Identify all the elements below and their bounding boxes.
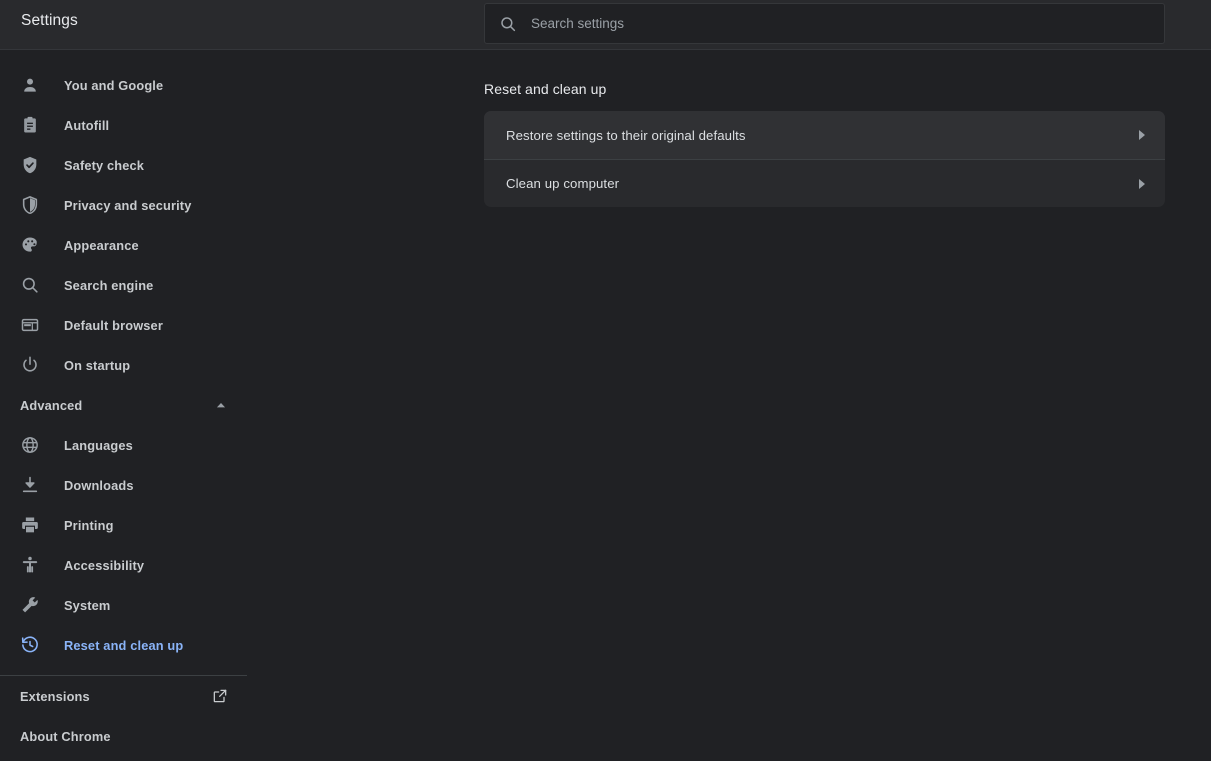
page-title: Settings <box>21 12 78 30</box>
sidebar-item-label: Languages <box>64 438 133 453</box>
sidebar-item-system[interactable]: System <box>0 585 248 625</box>
sidebar-item-accessibility[interactable]: Accessibility <box>0 545 248 585</box>
palette-icon <box>20 235 40 255</box>
sidebar-item-search-engine[interactable]: Search engine <box>0 265 248 305</box>
sidebar-item-extensions[interactable]: Extensions <box>0 676 248 716</box>
sidebar-item-label: System <box>64 598 110 613</box>
search-bar[interactable] <box>484 3 1165 44</box>
sidebar: You and Google Autofill Safety check <box>0 51 248 761</box>
sidebar-item-label: Appearance <box>64 238 139 253</box>
sidebar-item-label: Reset and clean up <box>64 638 183 653</box>
globe-icon <box>20 435 40 455</box>
search-input[interactable] <box>517 4 1164 43</box>
sidebar-item-downloads[interactable]: Downloads <box>0 465 248 505</box>
sidebar-item-label: Search engine <box>64 278 153 293</box>
sidebar-item-label: Privacy and security <box>64 198 191 213</box>
settings-page: Settings You and Google <box>0 0 1211 761</box>
sidebar-item-reset-and-clean-up[interactable]: Reset and clean up <box>0 625 248 665</box>
sidebar-item-you-and-google[interactable]: You and Google <box>0 65 248 105</box>
sidebar-item-label: Printing <box>64 518 114 533</box>
shield-icon <box>20 195 40 215</box>
sidebar-item-label: You and Google <box>64 78 163 93</box>
row-label: Clean up computer <box>506 176 619 191</box>
download-icon <box>20 475 40 495</box>
browser-window-icon <box>20 315 40 335</box>
wrench-icon <box>20 595 40 615</box>
sidebar-item-label: Accessibility <box>64 558 144 573</box>
reset-and-clean-up-card: Restore settings to their original defau… <box>484 111 1165 207</box>
sidebar-item-safety-check[interactable]: Safety check <box>0 145 248 185</box>
sidebar-item-on-startup[interactable]: On startup <box>0 345 248 385</box>
app-header: Settings <box>0 0 1211 50</box>
row-clean-up-computer[interactable]: Clean up computer <box>484 159 1165 207</box>
search-icon <box>20 275 40 295</box>
sidebar-item-printing[interactable]: Printing <box>0 505 248 545</box>
external-link-icon <box>212 688 228 704</box>
section-title: Reset and clean up <box>484 81 606 97</box>
row-restore-settings[interactable]: Restore settings to their original defau… <box>484 111 1165 159</box>
sidebar-item-appearance[interactable]: Appearance <box>0 225 248 265</box>
sidebar-item-label: Downloads <box>64 478 134 493</box>
chevron-right-icon <box>1139 130 1145 140</box>
search-icon <box>499 15 517 33</box>
person-icon <box>20 75 40 95</box>
sidebar-item-label: Safety check <box>64 158 144 173</box>
sidebar-item-label: Extensions <box>20 689 90 704</box>
accessibility-icon <box>20 555 40 575</box>
row-label: Restore settings to their original defau… <box>506 128 746 143</box>
sidebar-item-about-chrome[interactable]: About Chrome <box>0 716 248 756</box>
sidebar-item-label: On startup <box>64 358 130 373</box>
chevron-up-icon <box>214 398 228 412</box>
sidebar-item-label: About Chrome <box>20 729 111 744</box>
power-icon <box>20 355 40 375</box>
sidebar-item-label: Default browser <box>64 318 163 333</box>
main-content: Reset and clean up Restore settings to t… <box>248 51 1211 761</box>
printer-icon <box>20 515 40 535</box>
sidebar-item-privacy-and-security[interactable]: Privacy and security <box>0 185 248 225</box>
sidebar-section-label: Advanced <box>20 398 82 413</box>
restore-clock-icon <box>20 635 40 655</box>
sidebar-item-autofill[interactable]: Autofill <box>0 105 248 145</box>
sidebar-item-label: Autofill <box>64 118 109 133</box>
chevron-right-icon <box>1139 179 1145 189</box>
sidebar-section-advanced[interactable]: Advanced <box>0 385 248 425</box>
sidebar-item-default-browser[interactable]: Default browser <box>0 305 248 345</box>
clipboard-icon <box>20 115 40 135</box>
shield-check-icon <box>20 155 40 175</box>
sidebar-item-languages[interactable]: Languages <box>0 425 248 465</box>
